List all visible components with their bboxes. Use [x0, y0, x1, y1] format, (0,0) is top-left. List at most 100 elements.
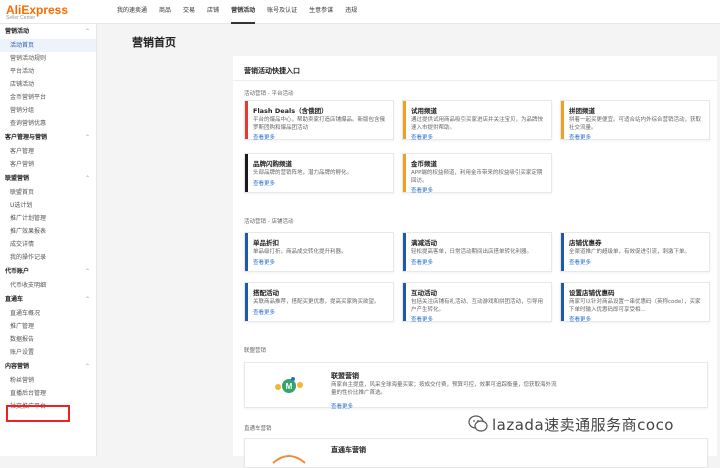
affiliate-label: 联盟营销 [244, 348, 267, 354]
topnav-item[interactable]: 营销活动 [231, 0, 256, 24]
ztc-icon [272, 455, 306, 464]
sidebar-item[interactable]: 推广管理 [0, 320, 96, 333]
panel-title: 营销活动快捷入口 [244, 67, 300, 75]
sidebar-item[interactable]: 直播后台管理 [0, 387, 96, 400]
sidebar-item[interactable]: 粉丝营销 [0, 374, 96, 387]
sidebar-item[interactable]: 推广计划管理 [0, 212, 96, 225]
sidebar-group-title[interactable]: 营销活动 ⌃ [0, 24, 96, 39]
card-accent-bar [245, 233, 248, 271]
card-link[interactable]: 查看更多 [411, 315, 546, 323]
sidebar-item[interactable]: 营销分组 [0, 104, 96, 117]
sidebar-item[interactable]: 客户营销 [0, 158, 96, 171]
aliexpress-logo[interactable]: AliExpress Seller Center [6, 3, 68, 21]
card-accent-bar [561, 283, 564, 321]
card-link[interactable]: 查看更多 [253, 258, 388, 266]
chevron-up-icon: ⌃ [84, 175, 90, 182]
affiliate-icon: M [275, 377, 303, 393]
sidebar-item[interactable]: 查询营销优惠 [0, 117, 96, 130]
sidebar-item[interactable]: 数据报告 [0, 333, 96, 346]
chevron-up-icon: ⌃ [84, 268, 90, 275]
sidebar-item[interactable]: 店铺活动 [0, 78, 96, 91]
card-desc: 头部品牌的营销阵地，潜力品牌的孵化。 [253, 170, 353, 176]
card-link[interactable]: 查看更多 [253, 308, 388, 316]
topnav-item[interactable]: 违规 [345, 0, 357, 24]
sidebar-group-title[interactable]: 内容营销 ⌃ [0, 359, 96, 374]
card-title: 店铺优惠券 [569, 239, 602, 247]
sidebar-item[interactable]: 营销活动规则 [0, 52, 96, 65]
sidebar-group-label: 代币账户 [5, 268, 30, 275]
platform_cards-card[interactable]: Flash Deals（含俄团） 平台的爆品中心，帮助卖家打造店铺爆品。新版包含俄… [244, 100, 394, 141]
quick-entry-panel: 营销活动快捷入口 活动营销 - 平台活动 Flash Deals（含俄团） 平台的… [233, 56, 717, 468]
sidebar-item[interactable]: 账户设置 [0, 346, 96, 359]
ztc-label: 直通车营销 [244, 426, 272, 432]
topnav-item[interactable]: 交易 [183, 0, 195, 24]
card-link[interactable]: 查看更多 [411, 258, 546, 266]
card-accent-bar [403, 154, 406, 192]
card-desc: 关联商品推荐，搭配买更优惠，提高买家购买欲望。 [253, 299, 380, 305]
sidebar-item[interactable]: 客户管理 [0, 145, 96, 158]
sidebar-group-title[interactable]: 客户管理与营销 ⌃ [0, 130, 96, 145]
sidebar-item[interactable]: 推广效果报表 [0, 225, 96, 238]
sidebar-group-title[interactable]: 联盟营销 ⌃ [0, 171, 96, 186]
sidebar-item[interactable]: 直通车概况 [0, 307, 96, 320]
card-desc: 商家可以针对商品设置一串优惠码（英称code），买家下单时输入优惠码即可享受相.… [569, 299, 701, 313]
ztc-card-title: 直通车营销 [331, 446, 366, 454]
card-title: 搭配活动 [253, 289, 279, 297]
card-title: 单品折扣 [253, 239, 279, 247]
store_cards-card[interactable]: 店铺优惠券 全渠道推广的超级单，有效促进引流，刺激下单。 查看更多 [560, 232, 710, 272]
platform_cards-card[interactable]: 品牌闪购频道 头部品牌的营销阵地，潜力品牌的孵化。 查看更多 [244, 153, 394, 193]
store_cards-card[interactable]: 设置店铺优惠码 商家可以针对商品设置一串优惠码（英称code），买家下单时输入优惠… [560, 282, 710, 323]
sidebar-item[interactable]: 平台活动 [0, 65, 96, 78]
sidebar-item[interactable]: U选计划 [0, 199, 96, 212]
topnav-item[interactable]: 账号及认证 [267, 0, 297, 24]
page-title: 营销首页 [132, 36, 176, 49]
affiliate-card-link[interactable]: 查看更多 [331, 402, 353, 410]
card-link[interactable]: 查看更多 [411, 186, 546, 194]
topnav-item[interactable]: 店铺 [207, 0, 219, 24]
wechat-icon [468, 415, 488, 432]
sidebar-item[interactable]: 活动首页 [0, 39, 96, 52]
platform_cards-card[interactable]: 金币频道 APP端的权益频道，利用金币带来的权益吸引买家定期回访。 查看更多 [402, 153, 552, 194]
card-accent-bar [403, 101, 406, 139]
card-link[interactable]: 查看更多 [253, 179, 388, 187]
sidebar-group-label: 联盟营销 [5, 175, 30, 182]
store-activity-label: 活动营销 - 店铺活动 [244, 219, 294, 225]
affiliate-card-title: 联盟营销 [331, 372, 359, 380]
sidebar-item[interactable]: 我的操作记录 [0, 251, 96, 264]
card-title: 满减活动 [411, 239, 437, 247]
sidebar-item[interactable]: 金币营销平台 [0, 91, 96, 104]
sidebar-item[interactable]: 联盟首页 [0, 186, 96, 199]
platform-activity-label: 活动营销 - 平台活动 [244, 91, 294, 97]
store_cards-card[interactable]: 满减活动 轻松提高客单，日常活动期间出店搭单转化利器。 查看更多 [402, 232, 552, 272]
card-accent-bar [245, 283, 248, 321]
fans-marketing-highlight-box [6, 405, 70, 422]
chevron-up-icon: ⌃ [84, 28, 90, 35]
platform_cards-card[interactable]: 试用频道 通过提供试用商品吸引买家进店并关注宝贝，为品牌快速入市提供帮助。 查看更多 [402, 100, 552, 141]
sidebar-group-label: 营销活动 [5, 28, 30, 35]
store_cards-card[interactable]: 互动活动 包括关注店铺有礼活动、互动游戏和拼团活动，引导用户产生转化。 查看更多 [402, 282, 552, 323]
store_cards-card[interactable]: 搭配活动关联商品推荐，搭配买更优惠，提高买家购买欲望。查看更多 [244, 282, 394, 322]
sidebar-group-label: 直通车 [5, 296, 24, 303]
platform_cards-card[interactable]: 拼团频道拼着一起买更便宜。可适合站内外综合营销活动，获取社交流量。查看更多 [560, 100, 710, 141]
card-link[interactable]: 查看更多 [569, 315, 704, 323]
svg-text:M: M [286, 382, 293, 391]
sidebar-group-title[interactable]: 直通车 ⌃ [0, 292, 96, 307]
sidebar-group-title[interactable]: 代币账户 ⌃ [0, 264, 96, 279]
top-nav: 我的速卖通 商品 交易 店铺 营销活动 账号及认证 生意参谋 违规 [117, 0, 369, 24]
sidebar-item[interactable]: 代币收支明细 [0, 279, 96, 292]
affiliate-card[interactable]: M 联盟营销 商家自主提盘，风采全球海量买家；按成交付费，预算可控，效果可追踪衡… [244, 362, 708, 410]
card-link[interactable]: 查看更多 [569, 258, 704, 266]
topnav-item[interactable]: 商品 [159, 0, 171, 24]
card-title: 拼团频道 [569, 107, 595, 115]
chevron-up-icon: ⌃ [84, 134, 90, 141]
sidebar-item[interactable]: 成交详情 [0, 238, 96, 251]
topnav-item[interactable]: 生意参谋 [309, 0, 333, 24]
card-title: 试用频道 [411, 107, 437, 115]
topnav-item[interactable]: 我的速卖通 [117, 0, 147, 24]
card-desc: 拼着一起买更便宜。可适合站内外综合营销活动，获取社交流量。 [569, 117, 702, 131]
ztc-card[interactable]: 直通车营销 [244, 438, 708, 468]
card-link[interactable]: 查看更多 [411, 133, 546, 141]
card-link[interactable]: 查看更多 [569, 133, 704, 141]
store_cards-card[interactable]: 单品折扣 单品级打折，商品成交转化提升利器。 查看更多 [244, 232, 394, 272]
card-link[interactable]: 查看更多 [253, 133, 388, 141]
